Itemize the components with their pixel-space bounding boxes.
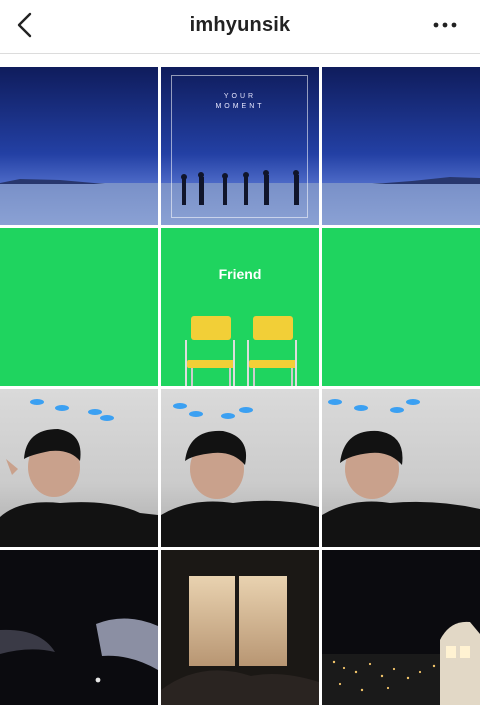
post-grid: YOUR MOMENT Friend [0, 67, 480, 705]
post-thumbnail[interactable] [322, 389, 480, 547]
post-thumbnail[interactable] [0, 550, 158, 705]
more-options-button[interactable] [430, 12, 460, 38]
post-thumbnail[interactable] [322, 228, 480, 386]
post-thumbnail[interactable] [161, 389, 319, 547]
post-thumbnail[interactable] [161, 550, 319, 705]
post-thumbnail[interactable]: YOUR MOMENT [161, 67, 319, 225]
walking-figures [181, 170, 299, 205]
top-nav-bar: imhyunsik [0, 0, 480, 54]
chairs-illustration [185, 316, 297, 386]
post-thumbnail[interactable] [322, 67, 480, 225]
post-thumbnail[interactable] [0, 389, 158, 547]
profile-username: imhyunsik [189, 14, 291, 36]
post-thumbnail[interactable] [0, 67, 158, 225]
post-thumbnail[interactable]: Friend [161, 228, 319, 386]
post-thumbnail[interactable] [0, 228, 158, 386]
ellipsis-icon [433, 22, 457, 28]
post-thumbnail[interactable] [322, 550, 480, 705]
